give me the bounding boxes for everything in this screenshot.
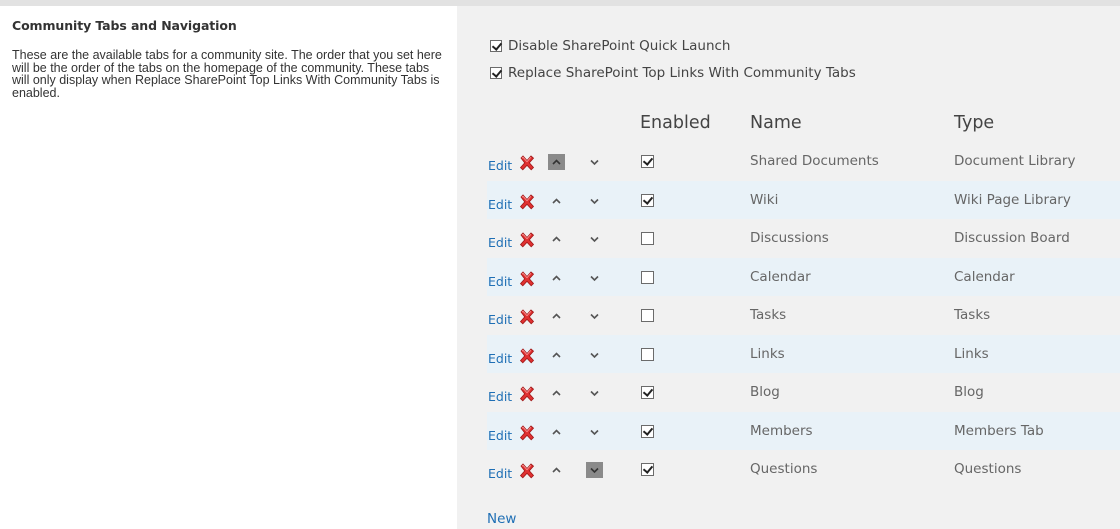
move-up-icon[interactable] bbox=[548, 308, 565, 324]
move-down-icon[interactable] bbox=[586, 347, 603, 363]
enabled-checkbox[interactable] bbox=[641, 193, 654, 207]
replace-top-links-checkbox[interactable] bbox=[490, 67, 502, 79]
section-title: Community Tabs and Navigation bbox=[12, 18, 237, 33]
edit-link[interactable]: Edit bbox=[488, 274, 512, 289]
tabs-table: Edit Shared Documents Document Library Edit… bbox=[487, 142, 1120, 489]
delete-icon[interactable] bbox=[518, 424, 536, 442]
enabled-checkbox[interactable] bbox=[641, 386, 654, 399]
edit-link[interactable]: Edit bbox=[488, 312, 512, 327]
enabled-checkbox[interactable] bbox=[641, 155, 654, 168]
move-up-icon[interactable] bbox=[548, 462, 565, 478]
delete-icon[interactable] bbox=[518, 347, 536, 365]
enabled-checkbox[interactable] bbox=[641, 270, 654, 284]
move-up-icon[interactable] bbox=[548, 231, 565, 247]
replace-top-links-option[interactable]: Replace SharePoint Top Links With Commun… bbox=[490, 65, 856, 81]
move-down-icon[interactable] bbox=[586, 231, 603, 247]
new-tab-link[interactable]: New bbox=[487, 511, 516, 527]
move-up-icon[interactable] bbox=[548, 385, 565, 401]
tab-name: Discussions bbox=[750, 230, 829, 246]
enabled-checkbox[interactable] bbox=[641, 347, 654, 361]
disable-quick-launch-label: Disable SharePoint Quick Launch bbox=[508, 38, 731, 54]
column-header-type: Type bbox=[954, 113, 995, 133]
move-down-icon[interactable] bbox=[586, 270, 603, 286]
move-down-icon[interactable] bbox=[586, 462, 603, 478]
tab-name: Tasks bbox=[750, 307, 787, 323]
move-up-icon[interactable] bbox=[548, 193, 565, 209]
table-row: Edit Wiki Wiki Page Library bbox=[487, 180, 1120, 219]
tab-name: Shared Documents bbox=[750, 153, 879, 169]
tab-name: Wiki bbox=[750, 191, 779, 208]
table-row: Edit Members Members Tab bbox=[487, 411, 1120, 450]
tab-name: Questions bbox=[750, 461, 818, 477]
table-row: Edit Links Links bbox=[487, 334, 1120, 373]
replace-top-links-label: Replace SharePoint Top Links With Commun… bbox=[508, 65, 856, 81]
tab-name: Blog bbox=[750, 384, 780, 400]
delete-icon[interactable] bbox=[518, 270, 536, 288]
edit-link[interactable]: Edit bbox=[488, 351, 512, 366]
section-description-panel: Community Tabs and Navigation These are … bbox=[0, 6, 457, 529]
disable-quick-launch-checkbox[interactable] bbox=[490, 40, 502, 52]
column-header-enabled: Enabled bbox=[640, 113, 711, 133]
settings-panel: Disable SharePoint Quick Launch Replace … bbox=[457, 6, 1120, 529]
move-up-icon[interactable] bbox=[548, 347, 565, 363]
move-down-icon[interactable] bbox=[586, 385, 603, 401]
edit-link[interactable]: Edit bbox=[488, 466, 512, 481]
tab-name: Calendar bbox=[750, 268, 811, 285]
move-up-icon[interactable] bbox=[548, 424, 565, 440]
tab-type: Wiki Page Library bbox=[954, 191, 1071, 208]
move-up-icon[interactable] bbox=[548, 270, 565, 286]
tab-name: Links bbox=[750, 345, 785, 362]
tab-type: Links bbox=[954, 345, 989, 362]
move-up-icon[interactable] bbox=[548, 154, 565, 170]
enabled-checkbox[interactable] bbox=[641, 309, 654, 322]
tab-type: Calendar bbox=[954, 268, 1015, 285]
edit-link[interactable]: Edit bbox=[488, 158, 512, 173]
enabled-checkbox[interactable] bbox=[641, 424, 654, 438]
tab-name: Members bbox=[750, 422, 813, 439]
column-header-name: Name bbox=[750, 113, 802, 133]
enabled-checkbox[interactable] bbox=[641, 463, 654, 476]
table-row: Edit Calendar Calendar bbox=[487, 257, 1120, 296]
delete-icon[interactable] bbox=[518, 154, 536, 172]
edit-link[interactable]: Edit bbox=[488, 235, 512, 250]
delete-icon[interactable] bbox=[518, 231, 536, 249]
delete-icon[interactable] bbox=[518, 193, 536, 211]
tab-type: Blog bbox=[954, 384, 984, 400]
edit-link[interactable]: Edit bbox=[488, 428, 512, 443]
table-row: Edit Blog Blog bbox=[487, 373, 1120, 412]
table-row: Edit Shared Documents Document Library bbox=[487, 142, 1120, 181]
tab-type: Document Library bbox=[954, 153, 1076, 169]
delete-icon[interactable] bbox=[518, 385, 536, 403]
move-down-icon[interactable] bbox=[586, 193, 603, 209]
delete-icon[interactable] bbox=[518, 462, 536, 480]
disable-quick-launch-option[interactable]: Disable SharePoint Quick Launch bbox=[490, 38, 731, 54]
table-row: Edit Questions Questions bbox=[487, 450, 1120, 489]
tab-type: Tasks bbox=[954, 307, 991, 323]
move-down-icon[interactable] bbox=[586, 308, 603, 324]
section-description: These are the available tabs for a commu… bbox=[12, 48, 442, 100]
tab-type: Discussion Board bbox=[954, 230, 1070, 246]
edit-link[interactable]: Edit bbox=[488, 389, 512, 404]
enabled-checkbox[interactable] bbox=[641, 232, 654, 245]
move-down-icon[interactable] bbox=[586, 424, 603, 440]
edit-link[interactable]: Edit bbox=[488, 197, 512, 212]
table-row: Edit Discussions Discussion Board bbox=[487, 219, 1120, 258]
tab-type: Questions bbox=[954, 461, 1022, 477]
table-row: Edit Tasks Tasks bbox=[487, 296, 1120, 335]
move-down-icon[interactable] bbox=[586, 154, 603, 170]
delete-icon[interactable] bbox=[518, 308, 536, 326]
tab-type: Members Tab bbox=[954, 422, 1044, 439]
